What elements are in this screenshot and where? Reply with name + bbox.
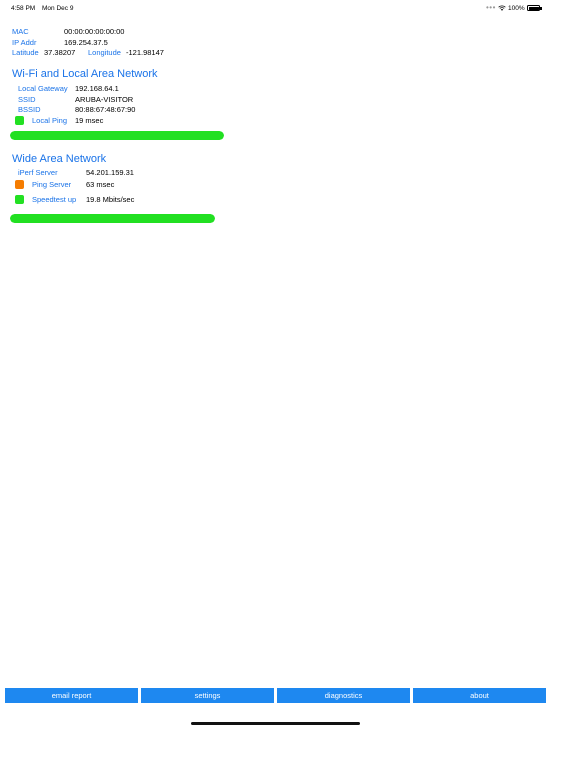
ssid-label: SSID	[18, 95, 36, 104]
ip-value: 169.254.37.5	[64, 38, 108, 47]
battery-icon	[527, 5, 540, 11]
lan-section-title: Wi-Fi and Local Area Network	[12, 68, 158, 80]
longitude-value: -121.98147	[126, 48, 164, 57]
email-report-button[interactable]: email report	[5, 688, 138, 703]
wifi-icon	[498, 5, 506, 11]
ping-server-status-indicator	[15, 180, 24, 189]
battery-percent: 100%	[508, 5, 525, 12]
local-ping-label: Local Ping	[32, 116, 68, 125]
ssid-value: ARUBA-VISITOR	[75, 95, 134, 104]
lan-progress-fill	[10, 131, 224, 140]
gateway-label: Local Gateway	[18, 84, 68, 93]
speedtest-label: Speedtest up	[32, 195, 77, 204]
wan-progress-bar	[10, 214, 215, 223]
mac-value: 00:00:00:00:00:00	[64, 27, 125, 36]
speedtest-status-indicator	[15, 195, 24, 204]
bssid-label: BSSID	[18, 105, 41, 114]
status-date: Mon Dec 9	[42, 5, 74, 12]
ping-server-value: 63 msec	[86, 180, 115, 189]
speedtest-value: 19.8 Mbits/sec	[86, 195, 135, 204]
status-bar: 4:58 PM Mon Dec 9 ••• 100%	[0, 0, 576, 18]
bssid-value: 80:88:67:48:67:90	[75, 105, 136, 114]
settings-button[interactable]: settings	[141, 688, 274, 703]
longitude-label: Longitude	[88, 48, 121, 57]
local-ping-value: 19 msec	[75, 116, 104, 125]
diagnostics-button[interactable]: diagnostics	[277, 688, 410, 703]
ip-label: IP Addr	[12, 38, 37, 47]
local-ping-status-indicator	[15, 116, 24, 125]
battery-tip	[540, 7, 542, 10]
mac-label: MAC	[12, 27, 29, 36]
iperf-value: 54.201.159.31	[86, 168, 134, 177]
iperf-label: iPerf Server	[18, 168, 58, 177]
home-indicator[interactable]	[191, 722, 360, 725]
wan-section-title: Wide Area Network	[12, 153, 107, 165]
about-button[interactable]: about	[413, 688, 546, 703]
wan-progress-fill	[10, 214, 215, 223]
latitude-value: 37.38207	[44, 48, 76, 57]
multitask-dots: •••	[486, 3, 496, 12]
latitude-label: Latitude	[12, 48, 39, 57]
status-time: 4:58 PM	[11, 5, 36, 12]
lan-progress-bar	[10, 131, 224, 140]
gateway-value: 192.168.64.1	[75, 84, 119, 93]
ping-server-label: Ping Server	[32, 180, 72, 189]
